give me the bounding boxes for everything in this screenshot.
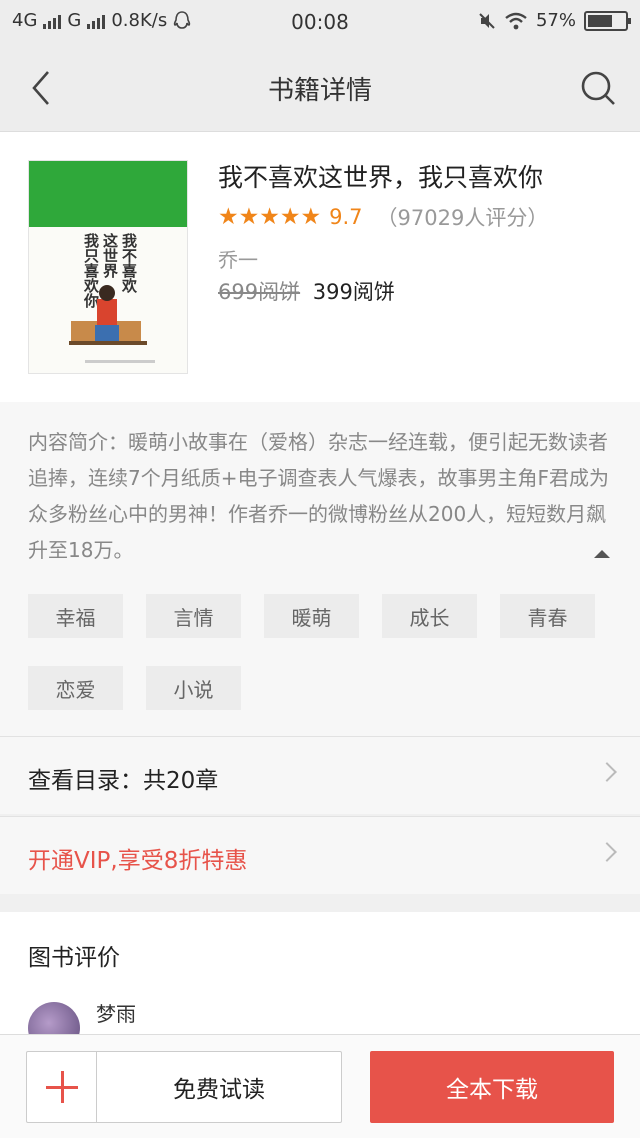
book-cover[interactable]: 我不喜欢 这世界 我只喜欢你 (28, 160, 188, 374)
tag-item[interactable]: 青春 (500, 594, 595, 638)
tag-item[interactable]: 言情 (146, 594, 241, 638)
rating-row: ★★★★★ 9.7 （97029人评分） (218, 202, 548, 232)
vip-row[interactable]: 开通VIP,享受8折特惠 (0, 816, 640, 894)
tag-list: 幸福 言情 暖萌 成长 青春 恋爱 小说 (28, 594, 618, 710)
collapse-arrow-icon[interactable] (594, 550, 610, 558)
vip-label: 开通VIP,享受8折特惠 (28, 848, 248, 874)
rating-score: 9.7 (329, 205, 363, 229)
status-right: 57% (478, 10, 631, 31)
current-price: 399阅饼 (312, 280, 395, 304)
catalog-label: 查看目录：共20章 (28, 768, 219, 794)
bottom-action-bar: 免费试读 全本下载 (0, 1034, 640, 1138)
book-info-card: 我不喜欢 这世界 我只喜欢你 我不喜欢这世界，我只喜欢你 ★★★★★ 9.7 （… (0, 132, 640, 402)
tag-item[interactable]: 成长 (382, 594, 477, 638)
tag-item[interactable]: 幸福 (28, 594, 123, 638)
nav-bar: 书籍详情 (0, 44, 640, 132)
battery-percent: 57% (535, 10, 576, 31)
reviews-title: 图书评价 (28, 945, 120, 971)
tag-item[interactable]: 小说 (146, 666, 241, 710)
download-all-button[interactable]: 全本下载 (370, 1051, 614, 1123)
book-title: 我不喜欢这世界，我只喜欢你 (218, 163, 544, 192)
battery-icon (584, 10, 631, 31)
original-price: 699阅饼 (218, 280, 301, 304)
tag-item[interactable]: 暖萌 (264, 594, 359, 638)
cover-footer-line (85, 360, 155, 363)
search-icon[interactable] (576, 66, 620, 110)
free-trial-button[interactable]: 免费试读 (97, 1052, 341, 1122)
tag-item[interactable]: 恋爱 (28, 666, 123, 710)
chevron-right-icon (597, 842, 617, 862)
rating-count: （97029人评分） (376, 206, 549, 230)
wifi-icon (505, 12, 527, 29)
chevron-right-icon (597, 762, 617, 782)
page-title: 书籍详情 (267, 76, 372, 106)
reviews-section: 图书评价 梦雨 (0, 912, 640, 1054)
book-author[interactable]: 乔一 (218, 244, 258, 273)
cover-green-band (29, 161, 187, 227)
reviewer-name: 梦雨 (96, 1002, 136, 1026)
intro-section: 内容简介：暖萌小故事在（爱格）杂志一经连载，便引起无数读者追捧，连续7个月纸质+… (0, 402, 640, 736)
cover-illustration (69, 285, 147, 345)
add-to-shelf-button[interactable] (27, 1052, 97, 1122)
catalog-row[interactable]: 查看目录：共20章 (0, 736, 640, 814)
mute-icon (479, 12, 495, 29)
trial-group: 免费试读 (26, 1051, 342, 1123)
intro-text: 内容简介：暖萌小故事在（爱格）杂志一经连载，便引起无数读者追捧，连续7个月纸质+… (28, 430, 609, 562)
status-bar: 4G G 0.8K/s 00:08 57% (0, 0, 640, 44)
price-row: 699阅饼 399阅饼 (218, 276, 395, 306)
star-rating-icon: ★★★★★ (218, 204, 322, 230)
